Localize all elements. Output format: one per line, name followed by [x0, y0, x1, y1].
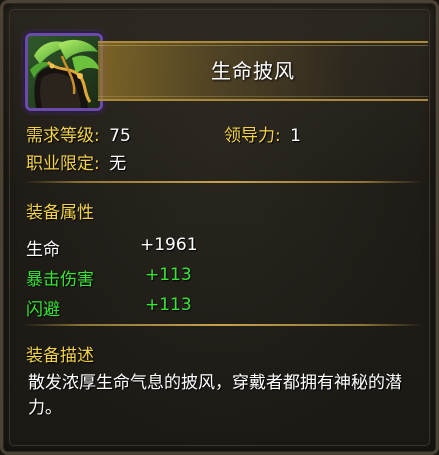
description-title: 装备描述 [26, 346, 94, 366]
attribute-name: 生命 [26, 240, 60, 260]
divider [23, 181, 423, 183]
class-requirement: 职业限定: 无 [26, 149, 126, 174]
level-label: 需求等级: [26, 126, 100, 146]
leadership-requirement: 领导力: 1 [224, 121, 301, 146]
item-name: 生命披风 [211, 59, 295, 83]
item-tooltip-panel: 生命披风 需求等级: 75 领导力: 1 职业限定: 无 装备属性 生命 +19… [0, 0, 439, 455]
class-label: 职业限定: [26, 154, 100, 174]
leadership-value: 1 [290, 126, 301, 146]
attribute-name: 暴击伤害 [26, 270, 94, 290]
item-icon-frame [25, 33, 103, 111]
level-requirement: 需求等级: 75 [26, 121, 131, 146]
attributes-title: 装备属性 [26, 203, 94, 223]
attribute-row: 暴击伤害 [26, 265, 94, 290]
class-value: 无 [109, 154, 127, 174]
level-value: 75 [109, 126, 131, 146]
attribute-row: 闪避 [26, 295, 60, 320]
attribute-name: 闪避 [26, 300, 60, 320]
attribute-value: +113 [145, 295, 192, 315]
cloak-icon [28, 36, 100, 108]
attribute-value: +1961 [140, 235, 198, 255]
divider [23, 324, 423, 326]
attribute-value: +113 [145, 265, 192, 285]
item-description: 散发浓厚生命气息的披风，穿戴者都拥有神秘的潜力。 [28, 373, 402, 418]
attribute-row: 生命 [26, 235, 60, 260]
leadership-label: 领导力: [224, 126, 281, 146]
